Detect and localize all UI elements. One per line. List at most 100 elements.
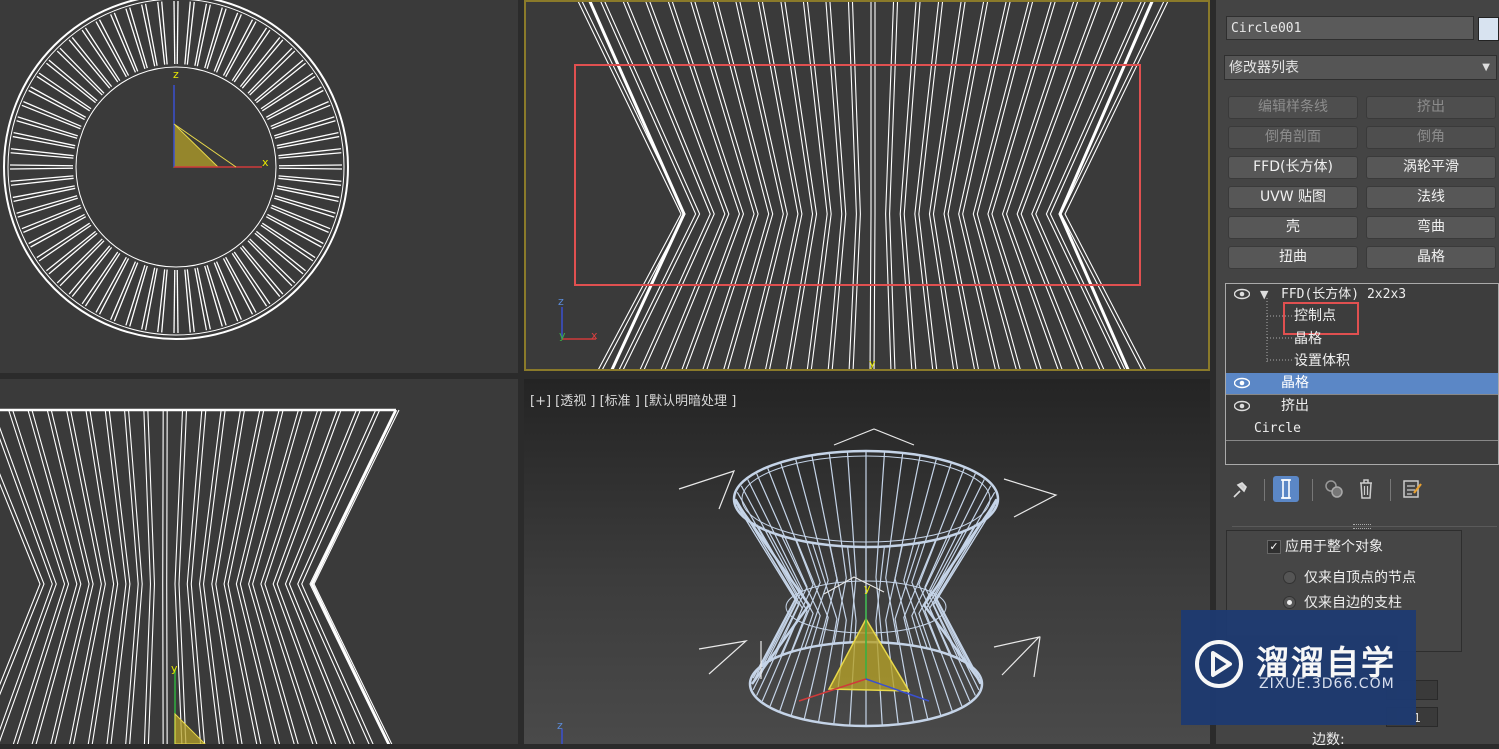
axis-x-label: x — [262, 156, 269, 169]
strut-line — [162, 270, 167, 333]
ffd-lattice-bracket — [699, 641, 746, 674]
watermark: 溜溜自学 ZIXUE.3D66.COM — [1181, 610, 1416, 725]
strut-line — [126, 265, 145, 325]
divider — [1312, 479, 1313, 501]
radio-button[interactable] — [1283, 596, 1296, 609]
lattice-strut — [936, 499, 996, 684]
stack-item-extrude[interactable]: 挤出 — [1226, 396, 1498, 417]
strut-line — [11, 153, 74, 158]
strut-line — [278, 178, 341, 185]
strut-line — [207, 265, 226, 325]
viewport-top[interactable]: z x — [0, 0, 518, 373]
viewport-left[interactable]: y — [0, 379, 518, 744]
modifier-button[interactable]: 挤出 — [1366, 96, 1496, 119]
lattice-strut — [187, 410, 202, 744]
lattice-strut — [781, 535, 820, 715]
left-view-wireframe — [0, 379, 518, 744]
remove-modifier-icon[interactable] — [1354, 475, 1378, 503]
segments-label: 边数: — [1312, 729, 1345, 749]
modifier-button[interactable]: 倒角剖面 — [1228, 126, 1358, 149]
viewport-front[interactable]: z y x y — [524, 0, 1210, 371]
eye-icon[interactable] — [1234, 288, 1250, 300]
lattice-strut — [129, 410, 143, 744]
axis-z-label-front: z — [558, 295, 564, 308]
axis-y-label-front: y — [559, 329, 566, 342]
strut-line — [126, 9, 145, 69]
strut-line — [174, 270, 175, 333]
stack-item-label: Circle — [1254, 418, 1301, 439]
strut-line — [185, 2, 190, 65]
grip-handle[interactable] — [1353, 524, 1371, 529]
strut-line — [279, 176, 342, 181]
axis-z-label: z — [173, 68, 179, 81]
make-unique-icon[interactable] — [1322, 475, 1346, 503]
show-end-result-icon[interactable] — [1272, 475, 1300, 503]
lattice-strut — [204, 410, 226, 744]
stack-item-label: 晶格 — [1294, 329, 1322, 350]
strut-line — [207, 9, 226, 69]
lattice-strut — [13, 410, 69, 744]
stack-item-circle[interactable]: Circle — [1226, 418, 1498, 439]
modifier-button[interactable]: 弯曲 — [1366, 216, 1496, 239]
strut-line — [277, 186, 339, 198]
strut-line — [158, 2, 165, 65]
lattice-strut — [314, 410, 399, 744]
strut-line — [279, 165, 342, 166]
eye-icon[interactable] — [1234, 377, 1250, 389]
divider — [1264, 479, 1265, 501]
lattice-strut — [886, 544, 903, 723]
strut-line — [10, 165, 73, 166]
modifier-button[interactable]: 倒角 — [1366, 126, 1496, 149]
modifier-button[interactable]: UVW 贴图 — [1228, 186, 1358, 209]
modifier-button[interactable]: 壳 — [1228, 216, 1358, 239]
stack-item-label: 挤出 — [1281, 396, 1309, 417]
lattice-strut — [175, 410, 183, 744]
axis-y-label-persp: y — [864, 582, 871, 595]
modifier-button[interactable]: 涡轮平滑 — [1366, 156, 1496, 179]
gizmo-triangle — [174, 124, 218, 167]
radio-button[interactable] — [1283, 571, 1296, 584]
object-name-field[interactable]: Circle001 — [1226, 16, 1474, 40]
modifier-list-dropdown[interactable]: 修改器列表 ▼ — [1224, 55, 1497, 80]
modifier-button[interactable]: 法线 — [1366, 186, 1496, 209]
modifier-button[interactable]: 编辑样条线 — [1228, 96, 1358, 119]
strut-line — [13, 137, 75, 149]
lattice-strut — [829, 454, 846, 645]
viewport-perspective[interactable]: [+] [透视 ] [标准 ] [默认明暗处理 ] y z — [524, 379, 1210, 744]
eye-icon[interactable] — [1234, 400, 1250, 412]
checkbox[interactable]: ✓ — [1267, 540, 1281, 554]
stack-item-label: 设置体积 — [1294, 351, 1350, 372]
lattice-strut — [125, 410, 139, 744]
radio-edge-struts[interactable]: 仅来自边的支柱 — [1283, 592, 1402, 612]
lattice-strut — [847, 546, 856, 725]
apply-whole-checkbox[interactable]: ✓应用于整个对象 — [1267, 536, 1383, 556]
axis-y-label-bottom: y — [869, 357, 876, 370]
lattice-strut — [191, 410, 206, 744]
configure-sets-icon[interactable] — [1400, 475, 1424, 503]
lattice-strut — [829, 544, 846, 723]
strut-line — [18, 198, 78, 217]
modifier-button[interactable]: FFD(长方体) — [1228, 156, 1358, 179]
modifier-button[interactable]: 晶格 — [1366, 246, 1496, 269]
lattice-strut — [236, 410, 279, 744]
modifier-button[interactable]: 扭曲 — [1228, 246, 1358, 269]
strut-line — [278, 149, 341, 156]
stack-item-lattice[interactable]: 晶格 — [1226, 373, 1498, 394]
lattice-strut — [277, 410, 341, 744]
strut-line — [11, 176, 74, 181]
ffd-lattice-bracket — [1004, 479, 1056, 517]
strut-line — [13, 186, 75, 198]
lattice-strut — [51, 410, 93, 744]
ffd-lattice-bracket — [679, 471, 734, 509]
strut-line — [146, 268, 158, 330]
lattice-strut — [886, 454, 903, 645]
pin-stack-icon[interactable] — [1228, 475, 1252, 503]
lattice-strut — [32, 410, 81, 744]
object-color-swatch[interactable] — [1478, 17, 1499, 41]
radio-vertex-nodes[interactable]: 仅来自顶点的节点 — [1283, 567, 1416, 587]
strut-line — [177, 270, 178, 333]
strut-line — [187, 269, 194, 332]
lattice-strut — [0, 410, 56, 744]
radio-vertex-label: 仅来自顶点的节点 — [1304, 570, 1416, 586]
modifier-stack: ▼ FFD(长方体) 2x2x3 控制点 晶格 设置体积 晶格 挤出 Circl… — [1225, 283, 1499, 465]
